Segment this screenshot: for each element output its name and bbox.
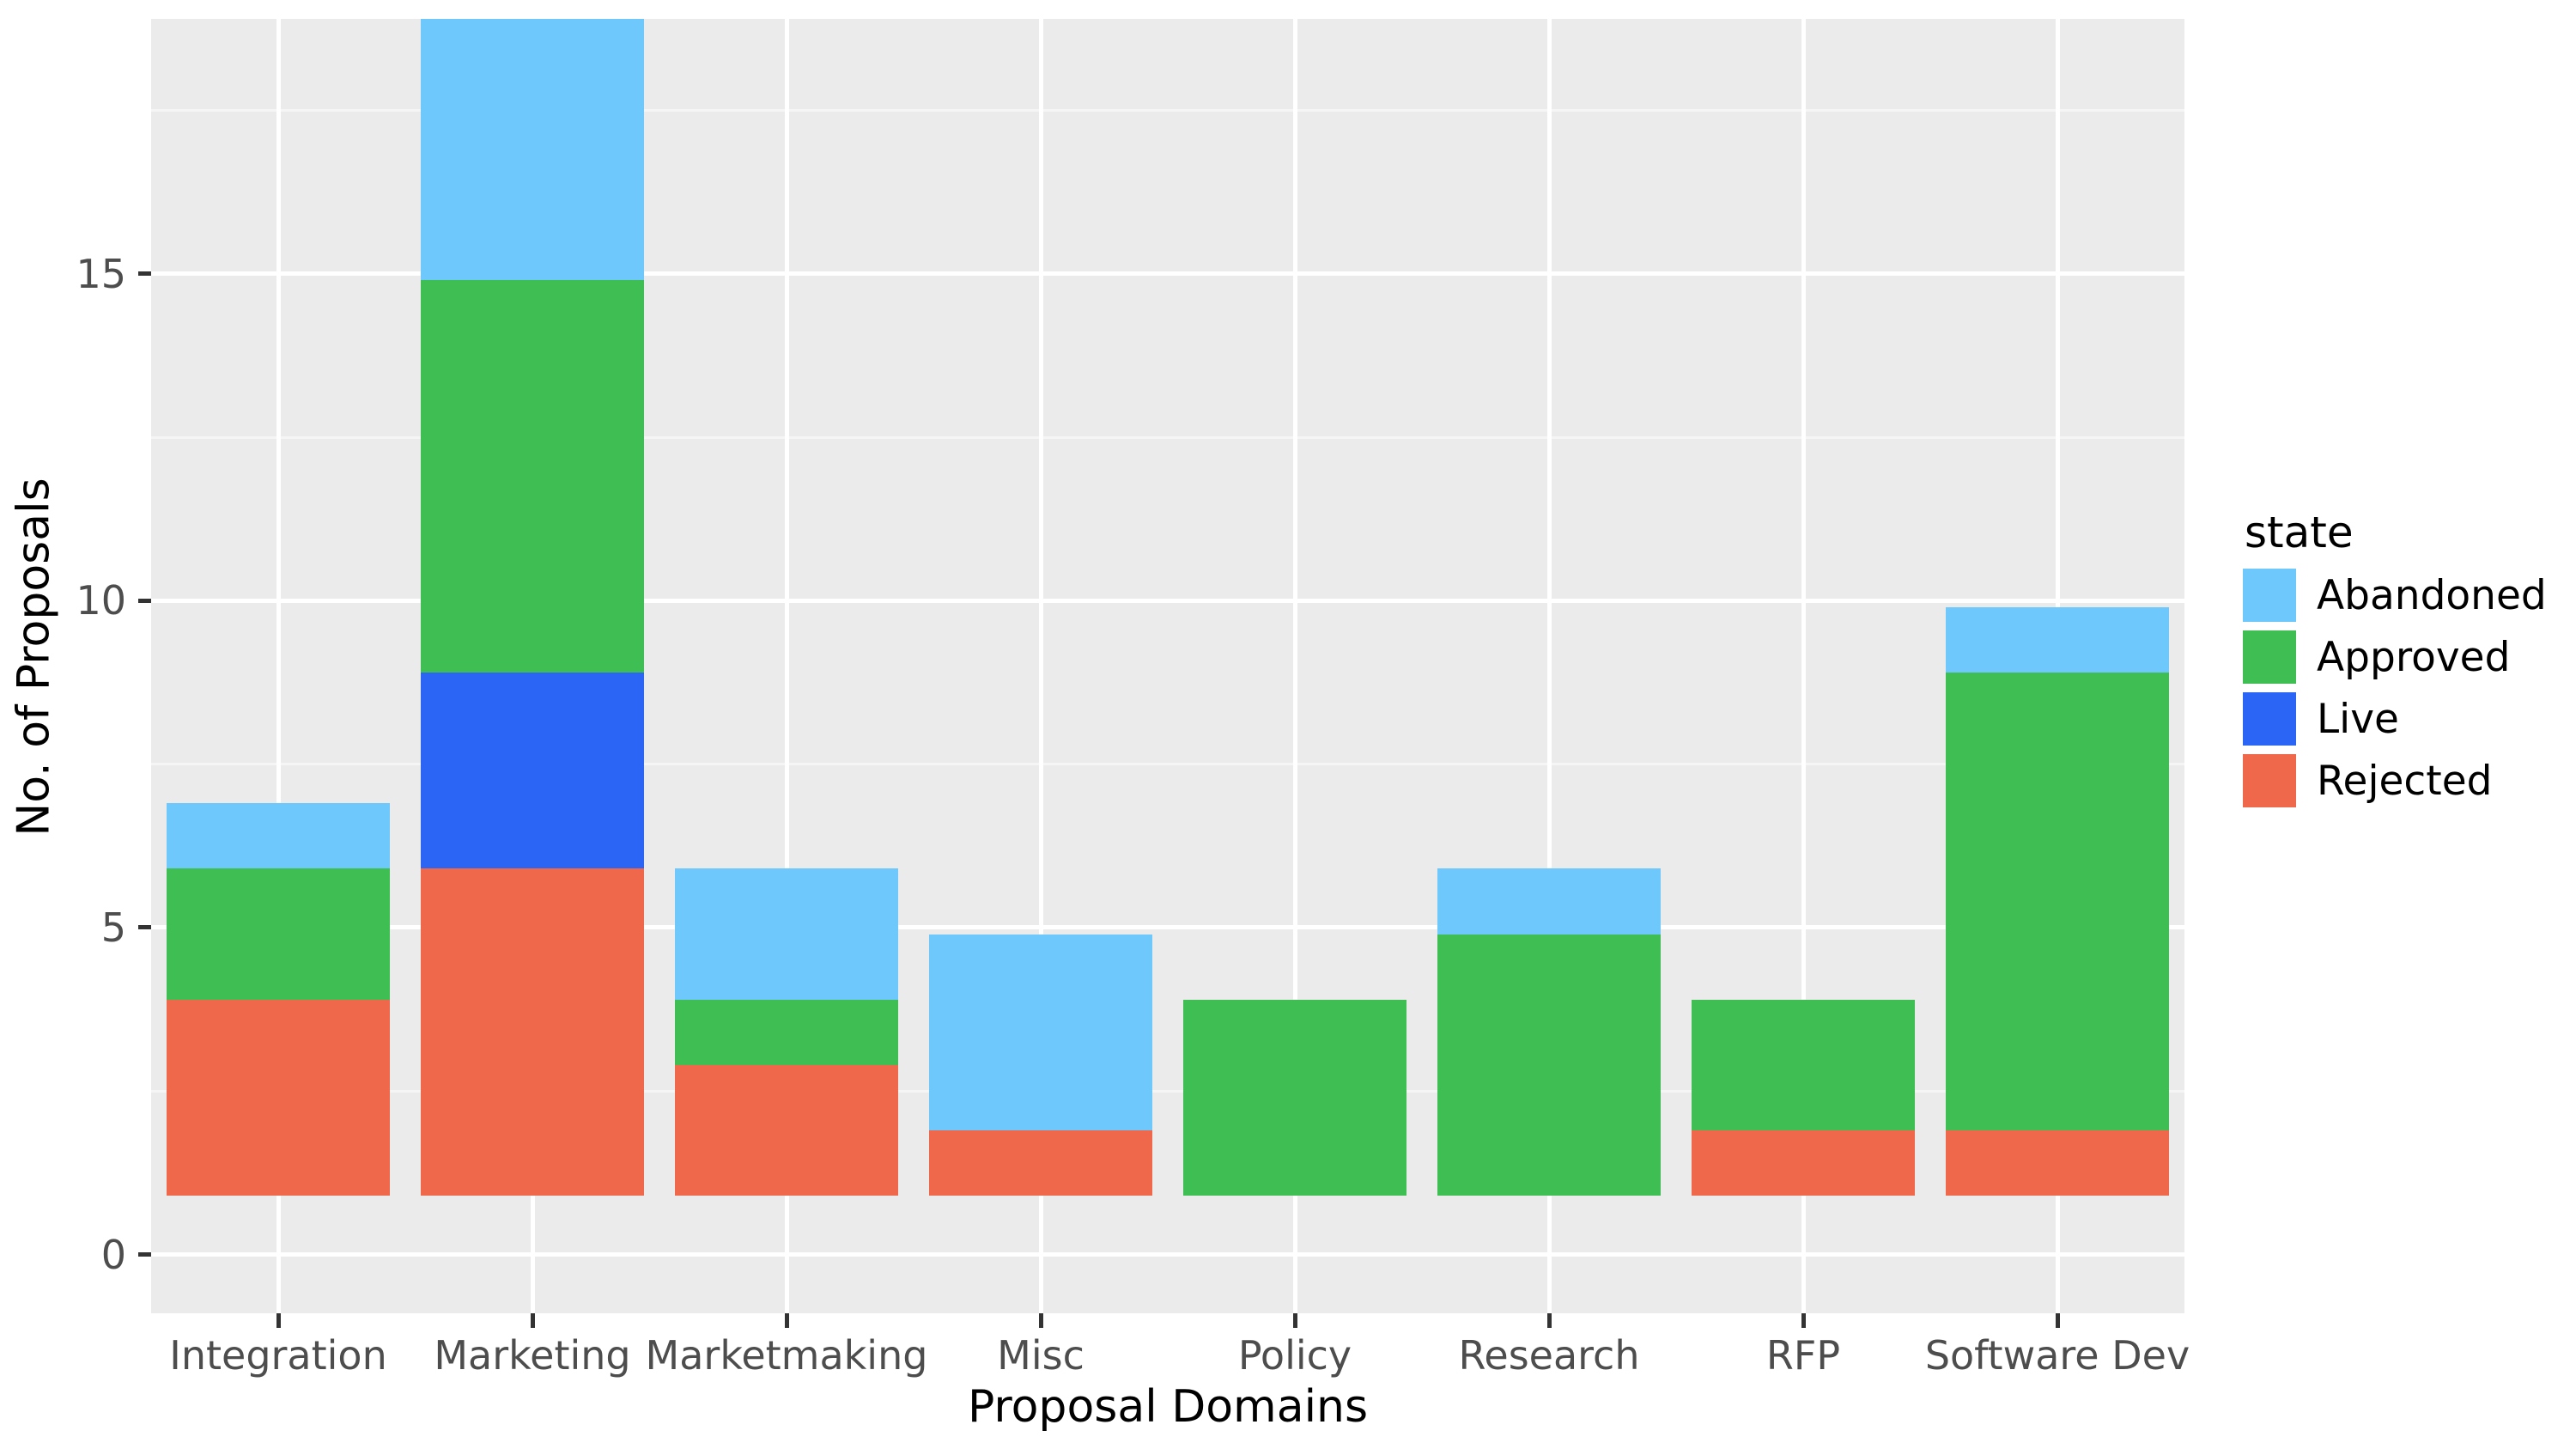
y-tick-label: 0 [100, 1231, 126, 1278]
bar-stack[interactable] [674, 868, 899, 1255]
bar-stack[interactable] [420, 19, 645, 1255]
bar-segment[interactable] [166, 999, 391, 1196]
bar-segment[interactable] [1437, 934, 1662, 1196]
x-tick-label: Marketing [434, 1332, 631, 1379]
bar-stack[interactable] [928, 934, 1153, 1255]
y-axis-title: No. of Proposals [0, 0, 69, 1314]
x-tick-label: Misc [997, 1332, 1084, 1379]
bar-segment[interactable] [420, 673, 645, 869]
legend-item[interactable]: Abandoned [2243, 564, 2569, 626]
bar-segment[interactable] [1691, 1129, 1916, 1196]
x-tick-mark [2055, 1313, 2060, 1328]
bar-stack[interactable] [166, 803, 391, 1255]
y-axis-title-text: No. of Proposals [9, 478, 61, 837]
x-axis-title-text: Proposal Domains [967, 1381, 1369, 1433]
ggplot-stacked-bar-chart: No. of Proposals 0 5 10 15 Integration Marke… [0, 0, 2576, 1449]
legend-item-label: Live [2317, 695, 2399, 743]
legend-item[interactable]: Live [2243, 688, 2569, 750]
bar-segment[interactable] [674, 1064, 899, 1196]
x-tick-mark [530, 1313, 535, 1328]
bar-segment[interactable] [928, 1129, 1153, 1196]
x-tick-mark [1801, 1313, 1806, 1328]
bar-segment[interactable] [420, 19, 645, 281]
bar-segment[interactable] [1945, 607, 2170, 673]
legend-key-swatch [2243, 569, 2296, 622]
bar-segment[interactable] [674, 999, 899, 1065]
x-tick-label: Marketmaking [645, 1332, 928, 1379]
x-tick-label: Software Dev [1924, 1332, 2190, 1379]
x-axis-title: Proposal Domains [151, 1385, 2184, 1429]
x-tick-mark [1292, 1313, 1297, 1328]
bar-segment[interactable] [1945, 1129, 2170, 1196]
legend-item[interactable]: Rejected [2243, 750, 2569, 812]
legend-item[interactable]: Approved [2243, 626, 2569, 688]
y-tick-label: 5 [100, 904, 126, 951]
legend-key-swatch [2243, 692, 2296, 746]
legend-key-swatch [2243, 754, 2296, 807]
bar-segment[interactable] [674, 868, 899, 1000]
legend-key-swatch [2243, 630, 2296, 684]
bar-segment[interactable] [1945, 673, 2170, 1130]
bar-segment[interactable] [166, 803, 391, 869]
bar-stack[interactable] [1182, 999, 1407, 1255]
bar-stack[interactable] [1945, 607, 2170, 1255]
bar-segment[interactable] [1691, 999, 1916, 1130]
legend-item-label: Rejected [2317, 757, 2493, 805]
x-tick-mark [784, 1313, 789, 1328]
y-tick-label: 10 [76, 577, 126, 624]
bar-stack[interactable] [1691, 999, 1916, 1255]
x-tick-label: Policy [1237, 1332, 1352, 1379]
x-tick-label: Integration [169, 1332, 387, 1379]
x-tick-mark [276, 1313, 281, 1328]
x-tick-label: Research [1458, 1332, 1640, 1379]
bar-segment[interactable] [1182, 999, 1407, 1196]
x-tick-mark [1546, 1313, 1552, 1328]
plot-panel [151, 19, 2184, 1313]
x-tick-mark [1038, 1313, 1043, 1328]
legend: state Abandoned Approved Live Rejected [2243, 511, 2569, 812]
legend-items: Abandoned Approved Live Rejected [2243, 564, 2569, 812]
bar-stack[interactable] [1437, 868, 1662, 1255]
bar-segment[interactable] [1437, 868, 1662, 935]
legend-item-label: Approved [2317, 633, 2511, 681]
x-tick-label: RFP [1765, 1332, 1841, 1379]
y-axis: 0 5 10 15 [69, 0, 153, 1449]
legend-title: state [2245, 508, 2354, 557]
bar-segment[interactable] [420, 868, 645, 1196]
bar-segment[interactable] [166, 868, 391, 1000]
bar-segment[interactable] [420, 280, 645, 673]
legend-item-label: Abandoned [2317, 571, 2547, 619]
bar-segment[interactable] [928, 934, 1153, 1130]
y-tick-label: 15 [76, 250, 126, 297]
